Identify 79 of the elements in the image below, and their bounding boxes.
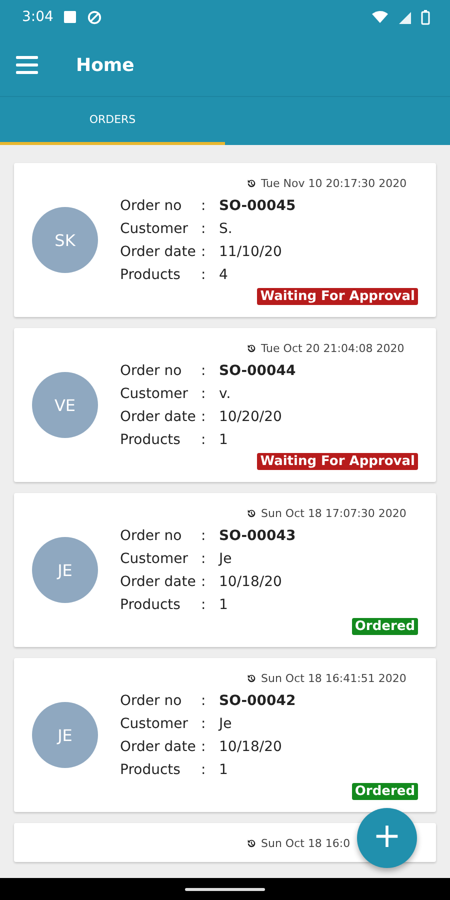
field-label: Order date xyxy=(120,738,197,754)
status-badge: Waiting For Approval xyxy=(257,288,418,305)
screen-title: Home xyxy=(76,54,134,76)
field-colon: : xyxy=(201,574,207,590)
battery-icon xyxy=(421,10,430,24)
field-label: Products xyxy=(120,266,182,282)
history-icon xyxy=(246,343,257,354)
field-label: Order no xyxy=(120,528,183,544)
notification-icon xyxy=(63,10,78,24)
status-badge: Ordered xyxy=(352,618,418,635)
field-label: Order no xyxy=(120,198,183,214)
field-value: 1 xyxy=(219,762,228,778)
order-timestamp: Sun Oct 18 16:41:51 2020 xyxy=(261,672,406,685)
field-value: 10/18/20 xyxy=(219,574,282,590)
history-icon xyxy=(246,508,257,519)
field-colon: : xyxy=(201,528,207,544)
field-colon: : xyxy=(201,386,207,402)
status-time: 3:04 xyxy=(22,9,54,25)
history-icon xyxy=(246,673,257,684)
menu-icon[interactable] xyxy=(16,56,38,74)
add-button[interactable]: + xyxy=(357,808,417,868)
field-value: SO-00045 xyxy=(219,198,296,214)
field-label: Customer xyxy=(120,550,190,566)
status-badge: Waiting For Approval xyxy=(257,453,418,470)
avatar: SK xyxy=(32,207,98,273)
field-value: SO-00042 xyxy=(219,692,296,708)
wifi-icon xyxy=(372,11,388,23)
field-value: SO-00043 xyxy=(219,528,296,544)
field-colon: : xyxy=(201,550,207,566)
order-card[interactable]: Sun Oct 18 16:41:51 2020 JE Order no : SO-00042 Customer : Je Order date : 10/18/20 Products : 1 Ordered xyxy=(14,658,436,812)
field-colon: : xyxy=(201,244,207,260)
field-label: Products xyxy=(120,596,182,612)
order-timestamp: Tue Nov 10 20:17:30 2020 xyxy=(261,177,407,190)
field-value: Je xyxy=(219,550,232,566)
field-label: Order date xyxy=(120,574,197,590)
field-label: Customer xyxy=(120,386,190,402)
field-label: Customer xyxy=(120,716,190,732)
field-value: S. xyxy=(219,220,232,236)
avatar: JE xyxy=(32,537,98,603)
field-colon: : xyxy=(201,716,207,732)
history-icon xyxy=(246,178,257,189)
history-icon xyxy=(246,838,257,849)
field-value: 1 xyxy=(219,596,228,612)
order-timestamp: Tue Oct 20 21:04:08 2020 xyxy=(261,342,404,355)
field-value: 1 xyxy=(219,432,228,448)
avatar: JE xyxy=(32,702,98,768)
field-colon: : xyxy=(201,198,207,214)
order-card[interactable]: Sun Oct 18 17:07:30 2020 JE Order no : SO-00043 Customer : Je Order date : 10/18/20 Products : 1 Ordered xyxy=(14,493,436,647)
field-value: 10/20/20 xyxy=(219,408,282,424)
order-card[interactable]: Tue Nov 10 20:17:30 2020 SK Order no : SO-00045 Customer : S. Order date : 11/10/20 Products : 4 Waiting For Approval xyxy=(14,163,436,317)
field-label: Customer xyxy=(120,220,190,236)
field-value: v. xyxy=(219,386,231,402)
field-value: Je xyxy=(219,716,232,732)
home-indicator[interactable] xyxy=(185,888,265,890)
field-label: Order date xyxy=(120,408,197,424)
field-label: Products xyxy=(120,432,182,448)
field-label: Order no xyxy=(120,362,183,378)
field-colon: : xyxy=(201,762,207,778)
field-colon: : xyxy=(201,266,207,282)
field-colon: : xyxy=(201,362,207,378)
status-badge: Ordered xyxy=(352,783,418,800)
field-colon: : xyxy=(201,220,207,236)
signal-icon xyxy=(398,10,411,24)
field-label: Products xyxy=(120,762,182,778)
field-label: Order no xyxy=(120,692,183,708)
field-colon: : xyxy=(201,692,207,708)
field-value: 10/18/20 xyxy=(219,738,282,754)
field-value: SO-00044 xyxy=(219,362,296,378)
order-card[interactable]: Tue Oct 20 21:04:08 2020 VE Order no : SO-00044 Customer : v. Order date : 10/20/20 Products : 1 Waiting For Approval xyxy=(14,328,436,482)
field-label: Order date xyxy=(120,244,197,260)
order-timestamp: Sun Oct 18 17:07:30 2020 xyxy=(261,507,406,520)
order-timestamp: Sun Oct 18 16:0 xyxy=(261,837,350,850)
field-colon: : xyxy=(201,596,207,612)
field-colon: : xyxy=(201,432,207,448)
field-value: 11/10/20 xyxy=(219,244,282,260)
field-colon: : xyxy=(201,408,207,424)
field-colon: : xyxy=(201,738,207,754)
avatar: VE xyxy=(32,372,98,438)
field-value: 4 xyxy=(219,266,228,282)
